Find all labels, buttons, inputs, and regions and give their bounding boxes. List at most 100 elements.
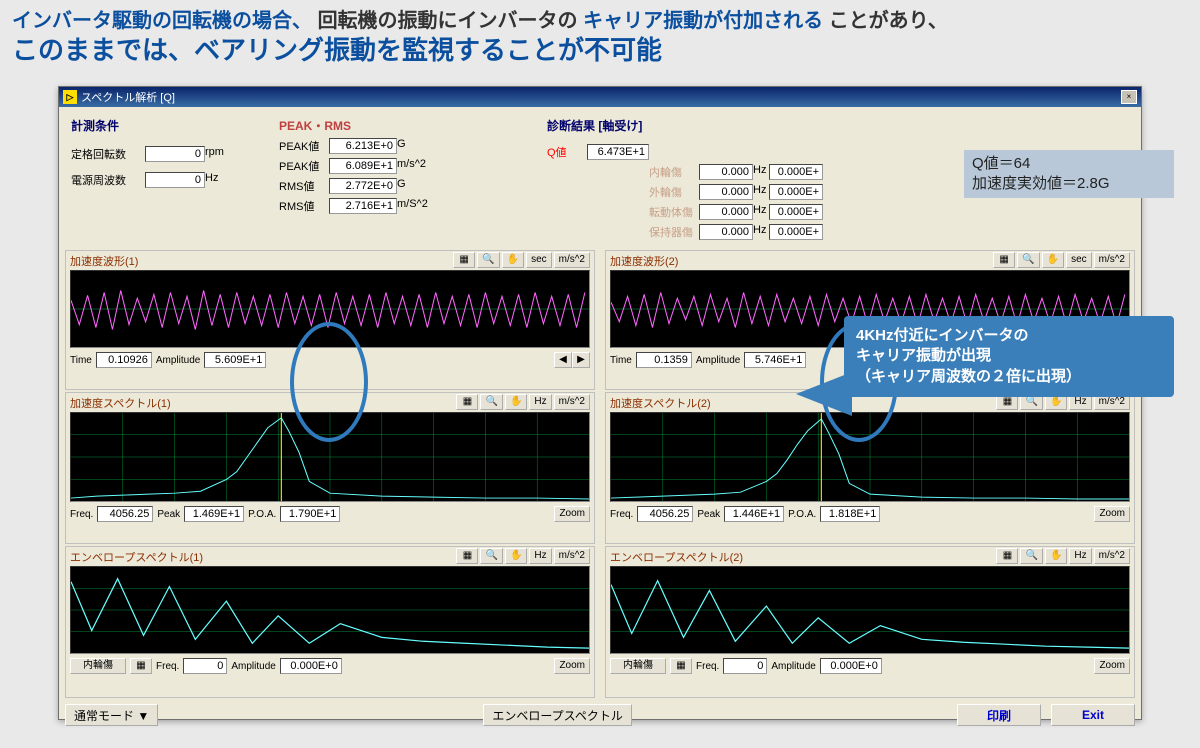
unit-amp-btn[interactable]: m/s^2 — [1094, 252, 1130, 268]
hand-icon[interactable]: ✋ — [1042, 252, 1064, 268]
freq-label: Freq. — [70, 509, 93, 520]
diag-amp-field[interactable]: 0.000E+ — [769, 204, 823, 220]
unit-freq-btn[interactable]: Hz — [529, 394, 551, 410]
diag-name: 内輪傷 — [649, 164, 699, 180]
headline-part2: 回転機の振動にインバータの — [318, 10, 578, 32]
unit-freq-btn[interactable]: Hz — [1069, 548, 1091, 564]
zoom-icon[interactable]: 🔍 — [480, 548, 502, 564]
print-button[interactable]: 印刷 — [957, 704, 1041, 726]
time-label: Time — [610, 355, 632, 366]
annotation-carrier-line1: 4KHz付近にインバータの — [856, 326, 1162, 346]
amp-label: Amplitude — [231, 661, 275, 672]
annotation-carrier: 4KHz付近にインバータの キャリア振動が出現 （キャリア周波数の２倍に出現） — [844, 316, 1174, 397]
amp-field[interactable]: 5.746E+1 — [744, 352, 806, 368]
unit-amp-btn[interactable]: m/s^2 — [554, 394, 590, 410]
diag-amp-field[interactable]: 0.000E+ — [769, 184, 823, 200]
zoom-icon[interactable]: 🔍 — [1020, 548, 1042, 564]
plot-spectrum-1[interactable] — [70, 412, 590, 502]
plot-spectrum-2[interactable] — [610, 412, 1130, 502]
mode-dropdown[interactable]: 通常モード ▼ — [65, 704, 158, 726]
zoom-button[interactable]: Zoom — [1094, 658, 1130, 674]
nav-left-icon[interactable]: ◀ — [554, 352, 572, 368]
amp-field[interactable]: 0.000E+0 — [280, 658, 342, 674]
peak-label: RMS値 — [279, 198, 329, 214]
client-area: 計測条件 定格回転数 0 rpm 電源周波数 0 Hz PEAK・RMS PEA… — [59, 107, 1141, 719]
unit-time-btn[interactable]: sec — [526, 252, 552, 268]
pwr-field[interactable]: 0 — [145, 172, 205, 188]
peak-field[interactable]: 1.469E+1 — [184, 506, 244, 522]
q-value-field[interactable]: 6.473E+1 — [587, 144, 649, 160]
inner-ring-button[interactable]: 内輪傷 — [610, 658, 666, 674]
diag-amp-field[interactable]: 0.000E+ — [769, 164, 823, 180]
exit-button[interactable]: Exit — [1051, 704, 1135, 726]
palette-icon[interactable]: ▦ — [130, 658, 152, 674]
plot-envelope-1[interactable] — [70, 566, 590, 654]
plot-wave-1[interactable] — [70, 270, 590, 348]
freq-label: Freq. — [610, 509, 633, 520]
peak-value-field[interactable]: 6.089E+1 — [329, 158, 397, 174]
bottom-bar: 通常モード ▼ エンベロープスペクトル 印刷 Exit — [65, 704, 1135, 726]
headline-part1: インバータ駆動の回転機の場合、 — [12, 10, 312, 32]
freq-field[interactable]: 4056.25 — [637, 506, 693, 522]
peak-field[interactable]: 1.446E+1 — [724, 506, 784, 522]
zoom-button[interactable]: Zoom — [554, 658, 590, 674]
palette-icon[interactable]: ▦ — [456, 548, 478, 564]
hand-icon[interactable]: ✋ — [1045, 548, 1067, 564]
peak-label: Peak — [697, 509, 720, 520]
annotation-carrier-line3: （キャリア周波数の２倍に出現） — [856, 367, 1162, 387]
diag-hz-field[interactable]: 0.000 — [699, 164, 753, 180]
zoom-icon[interactable]: 🔍 — [1017, 252, 1039, 268]
chart-envelope-1: エンベロープスペクトル(1) ▦ 🔍 ✋ Hz m/s^2 内輪傷 — [65, 546, 595, 698]
diag-hz-field[interactable]: 0.000 — [699, 204, 753, 220]
zoom-icon[interactable]: 🔍 — [480, 394, 502, 410]
plot-envelope-2[interactable] — [610, 566, 1130, 654]
envelope-spectrum-button[interactable]: エンベロープスペクトル — [483, 704, 631, 726]
unit-amp-btn[interactable]: m/s^2 — [1094, 548, 1130, 564]
unit-amp-btn[interactable]: m/s^2 — [554, 548, 590, 564]
chart-spectrum-2: 加速度スペクトル(2) ▦ 🔍 ✋ Hz m/s^2 — [605, 392, 1135, 544]
nav-right-icon[interactable]: ▶ — [572, 352, 590, 368]
freq-label: Freq. — [156, 661, 179, 672]
diag-name: 保持器傷 — [649, 224, 699, 240]
hand-icon[interactable]: ✋ — [505, 394, 527, 410]
zoom-icon[interactable]: 🔍 — [477, 252, 499, 268]
time-field[interactable]: 0.10926 — [96, 352, 152, 368]
poa-field[interactable]: 1.790E+1 — [280, 506, 340, 522]
app-icon: ▷ — [63, 90, 77, 104]
time-field[interactable]: 0.1359 — [636, 352, 692, 368]
rpm-field[interactable]: 0 — [145, 146, 205, 162]
peak-value-field[interactable]: 2.716E+1 — [329, 198, 397, 214]
freq-field[interactable]: 0 — [723, 658, 767, 674]
hand-icon[interactable]: ✋ — [502, 252, 524, 268]
amp-label: Amplitude — [696, 355, 740, 366]
palette-icon[interactable]: ▦ — [670, 658, 692, 674]
diag-unit: Hz — [753, 204, 769, 220]
diag-hz-field[interactable]: 0.000 — [699, 224, 753, 240]
inner-ring-button[interactable]: 内輪傷 — [70, 658, 126, 674]
peak-value-field[interactable]: 6.213E+0 — [329, 138, 397, 154]
amp-field[interactable]: 0.000E+0 — [820, 658, 882, 674]
diag-amp-field[interactable]: 0.000E+ — [769, 224, 823, 240]
palette-icon[interactable]: ▦ — [993, 252, 1015, 268]
chart-envelope-2: エンベロープスペクトル(2) ▦ 🔍 ✋ Hz m/s^2 内輪傷 — [605, 546, 1135, 698]
palette-icon[interactable]: ▦ — [453, 252, 475, 268]
freq-field[interactable]: 4056.25 — [97, 506, 153, 522]
diag-name: 転動体傷 — [649, 204, 699, 220]
zoom-button[interactable]: Zoom — [1094, 506, 1130, 522]
hand-icon[interactable]: ✋ — [505, 548, 527, 564]
diag-hz-field[interactable]: 0.000 — [699, 184, 753, 200]
peak-unit: G — [397, 138, 437, 154]
titlebar[interactable]: ▷ スペクトル解析 [Q] × — [59, 87, 1141, 107]
poa-field[interactable]: 1.818E+1 — [820, 506, 880, 522]
window-title: スペクトル解析 [Q] — [81, 89, 175, 105]
unit-freq-btn[interactable]: Hz — [529, 548, 551, 564]
unit-time-btn[interactable]: sec — [1066, 252, 1092, 268]
unit-amp-btn[interactable]: m/s^2 — [554, 252, 590, 268]
close-icon[interactable]: × — [1121, 90, 1137, 104]
zoom-button[interactable]: Zoom — [554, 506, 590, 522]
peak-value-field[interactable]: 2.772E+0 — [329, 178, 397, 194]
palette-icon[interactable]: ▦ — [996, 548, 1018, 564]
amp-field[interactable]: 5.609E+1 — [204, 352, 266, 368]
palette-icon[interactable]: ▦ — [456, 394, 478, 410]
freq-field[interactable]: 0 — [183, 658, 227, 674]
